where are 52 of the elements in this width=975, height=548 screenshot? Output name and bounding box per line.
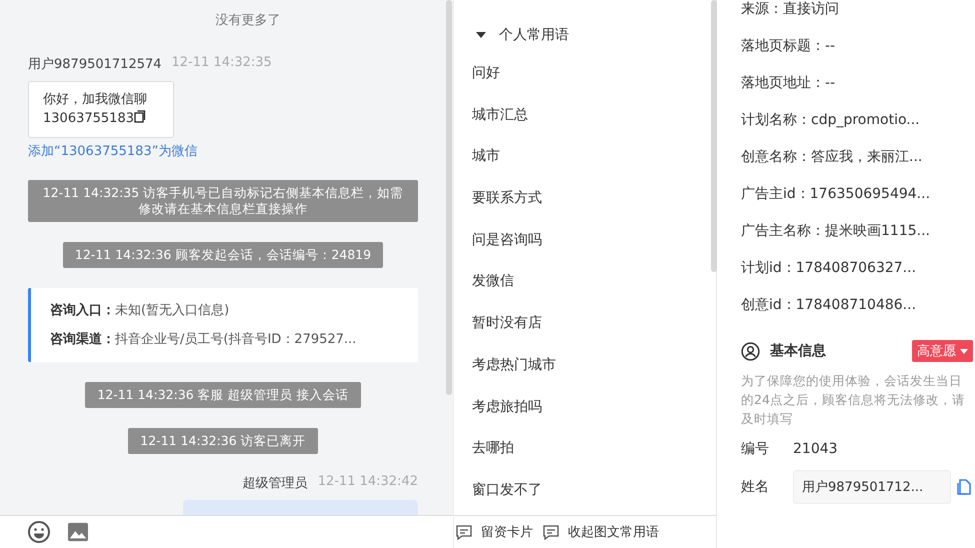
detail-row-text: 落地页标题：--: [741, 37, 836, 56]
phrase-item[interactable]: 发微信: [472, 261, 700, 304]
no-more-text: 没有更多了: [216, 12, 280, 29]
system-notice: 12-11 14:32:36 客服 超级管理员 接入会话: [85, 382, 361, 408]
phrase-item[interactable]: 去哪拍: [472, 428, 700, 470]
sender-name: 用户9879501712574: [28, 56, 162, 73]
copy-icon[interactable]: [134, 110, 146, 123]
detail-row-text: 落地页地址：--: [741, 74, 836, 93]
intent-dropdown[interactable]: 高意愿: [912, 340, 973, 362]
caret-icon: [960, 348, 968, 354]
info-row-text: 咨询入口：未知(暂无入口信息): [50, 302, 230, 320]
phrase-item[interactable]: 要联系方式: [472, 178, 700, 220]
footer-button[interactable]: 收起图文常用语: [543, 523, 659, 541]
sender-name: 超级管理员: [242, 475, 308, 492]
phrase-item[interactable]: 城市汇总: [472, 94, 700, 136]
system-notice: 12-11 14:32:36 顾客发起会话，会话编号：24819: [62, 242, 384, 268]
detail-row-text: 广告主id：176350695494...: [741, 185, 932, 204]
phrase-item[interactable]: 考虑旅拍吗: [472, 386, 700, 428]
detail-row-text: 来源：直接访问: [741, 0, 840, 19]
field-label: 姓名: [741, 478, 770, 496]
hint-text: 为了保障您的使用体验，会话发生当日的24点之后，顾客信息将无法修改，请及时填写: [741, 372, 966, 428]
phrase-item[interactable]: 窗口发不了: [472, 470, 700, 512]
footer-button[interactable]: 留资卡片: [456, 523, 533, 541]
scrollbar[interactable]: [446, 0, 452, 395]
message-icon: [543, 524, 559, 540]
info-row-text: 咨询渠道：抖音企业号/员工号(抖音号ID：279527...: [50, 330, 358, 349]
detail-row-text: 创意名称：答应我，来丽江...: [741, 148, 924, 167]
section-title: 基本信息: [770, 342, 826, 360]
message-icon: [456, 524, 472, 540]
phrase-item[interactable]: 问好: [472, 53, 700, 95]
system-notice: 12-11 14:32:35 访客手机号已自动标记右侧基本信息栏，如需修改请在基本信息栏直接操作: [28, 180, 418, 222]
detail-row-text: 计划名称：cdp_promotio...: [741, 111, 921, 130]
phrase-group-header[interactable]: 个人常用语: [472, 24, 700, 46]
message-time: 12-11 14:32:42: [318, 474, 418, 491]
phrase-item[interactable]: 考虑热门城市: [472, 344, 700, 386]
field-value: 21043: [793, 441, 838, 457]
detail-row-text: 计划id：178408706327...: [741, 259, 918, 278]
phrase-item[interactable]: 城市: [472, 136, 700, 178]
phrase-item[interactable]: 暂时没有店: [472, 303, 700, 345]
system-notice: 12-11 14:32:36 访客已离开: [128, 428, 318, 454]
emoji-icon[interactable]: [27, 520, 51, 544]
phrase-item[interactable]: 问是咨询吗: [472, 220, 700, 262]
scrollbar[interactable]: [711, 0, 717, 272]
detail-row-text: 广告主名称：提米映画1115...: [741, 222, 931, 241]
name-field[interactable]: 用户9879501712...: [793, 470, 951, 504]
add-wechat-link[interactable]: 添加“13063755183”为微信: [28, 142, 198, 160]
field-label: 编号: [741, 440, 770, 458]
detail-row-text: 创意id：178408710486...: [741, 296, 918, 315]
message-time: 12-11 14:32:35: [172, 55, 272, 72]
user-icon: [741, 342, 760, 360]
image-icon[interactable]: [67, 522, 89, 542]
message-bubble: 你好，加我微信聊13063755183: [28, 81, 174, 138]
